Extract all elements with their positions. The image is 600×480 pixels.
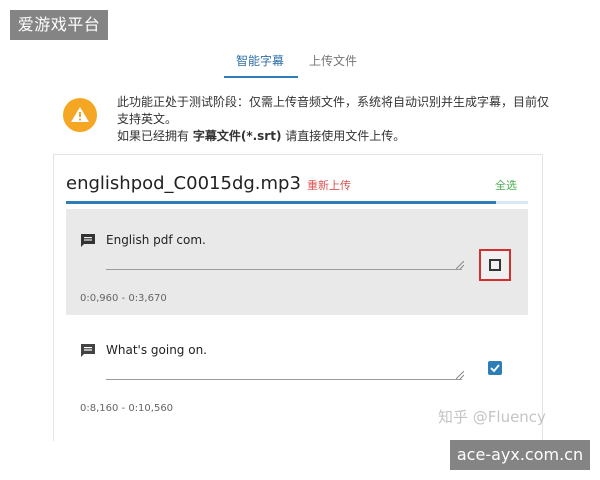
- subtitle-text[interactable]: What's going on.: [106, 343, 207, 357]
- zhihu-watermark: 知乎 @Fluency: [438, 408, 546, 426]
- resize-handle-icon[interactable]: [456, 371, 464, 379]
- beta-notice: 此功能正处于测试阶段：仅需上传音频文件，系统将自动识别并生成字幕，目前仅支持英文…: [63, 94, 553, 146]
- subtitle-input-underline: [106, 379, 462, 380]
- notice-line-1: 此功能正处于测试阶段：仅需上传音频文件，系统将自动识别并生成字幕，目前仅支持英文…: [117, 95, 550, 126]
- resize-handle-icon[interactable]: [456, 261, 464, 269]
- unchecked-box-icon: [489, 259, 501, 271]
- subtitle-item: English pdf com. 0:0,960 - 0:3,670: [66, 209, 528, 315]
- subtitle-checkbox-highlighted[interactable]: [479, 249, 511, 281]
- subtitle-checkbox-checked[interactable]: [488, 361, 502, 375]
- upload-progress-bar: [66, 201, 528, 204]
- tab-smart-subtitle[interactable]: 智能字幕: [236, 52, 284, 69]
- subtitle-input-underline: [106, 269, 462, 270]
- subtitle-time-range: 0:0,960 - 0:3,670: [80, 293, 167, 304]
- warning-triangle-icon: [71, 107, 89, 122]
- notice-line-2: 如果已经拥有 字幕文件(*.srt) 请直接使用文件上传。: [117, 128, 549, 145]
- screenshot-stage: 智能字幕 上传文件 此功能正处于测试阶段：仅需上传音频文件，系统将自动识别并生成…: [0, 0, 600, 480]
- subtitle-time-range: 0:8,160 - 0:10,560: [80, 403, 174, 414]
- notice-line-2-suffix: 请直接使用文件上传。: [281, 129, 406, 143]
- notice-text: 此功能正处于测试阶段：仅需上传音频文件，系统将自动识别并生成字幕，目前仅支持英文…: [117, 94, 549, 145]
- subtitle-panel: 智能字幕 上传文件 此功能正处于测试阶段：仅需上传音频文件，系统将自动识别并生成…: [43, 38, 557, 441]
- tab-bar: 智能字幕 上传文件: [43, 38, 557, 82]
- file-name: englishpod_C0015dg.mp3: [66, 173, 301, 194]
- upload-progress-fill: [66, 201, 496, 204]
- comment-icon: [81, 234, 95, 247]
- warning-icon: [63, 98, 97, 132]
- reupload-link[interactable]: 重新上传: [307, 177, 351, 193]
- tab-upload-file[interactable]: 上传文件: [309, 52, 357, 69]
- site-badge: 爱游戏平台: [10, 10, 108, 40]
- file-card: englishpod_C0015dg.mp3 重新上传 全选 English p…: [53, 154, 543, 441]
- select-all-link[interactable]: 全选: [495, 177, 517, 193]
- checkmark-icon: [490, 364, 500, 373]
- comment-icon: [81, 344, 95, 357]
- active-tab-indicator: [224, 76, 298, 78]
- subtitle-text[interactable]: English pdf com.: [106, 233, 206, 247]
- url-badge: ace-ayx.com.cn: [450, 440, 590, 470]
- srt-file-label: 字幕文件(*.srt): [192, 129, 282, 143]
- notice-line-2-prefix: 如果已经拥有: [117, 129, 193, 143]
